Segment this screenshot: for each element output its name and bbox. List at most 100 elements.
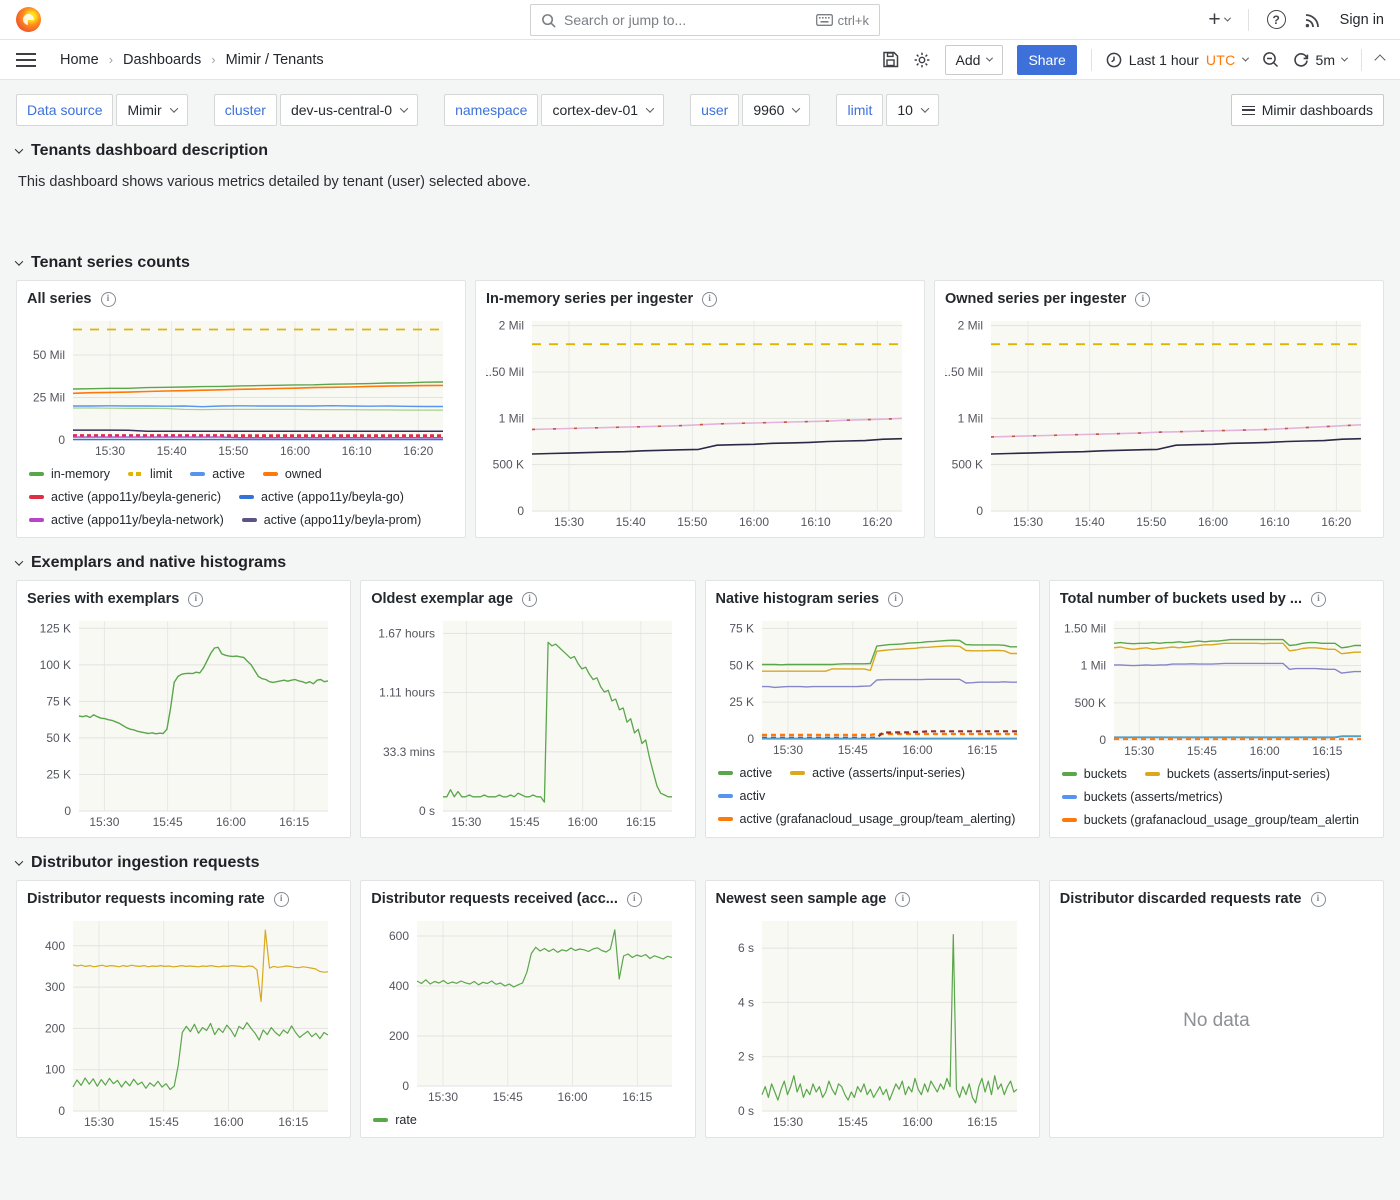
chart-area[interactable]: 15:3015:4516:0016:15025 K50 K75 K xyxy=(716,611,1029,759)
chart-area[interactable]: 15:3015:4516:0016:150500 K1 Mil1.50 Mil xyxy=(1060,611,1373,760)
chart-canvas[interactable]: 15:3015:4516:0016:150100200300400 xyxy=(27,911,340,1131)
legend-item[interactable]: active (appo11y/beyla-prom) xyxy=(242,508,421,531)
info-icon[interactable]: i xyxy=(702,292,717,307)
panel-title[interactable]: Distributor requests received (acc... xyxy=(371,891,618,907)
legend-item[interactable]: active (appo11y/beyla-generic) xyxy=(29,485,221,508)
new-menu-button[interactable]: + xyxy=(1208,8,1229,32)
variable-select[interactable]: 9960 xyxy=(742,94,810,126)
chart-canvas[interactable]: 15:3015:4015:5016:0016:1016:200500 K1 Mi… xyxy=(486,311,914,531)
panel-title[interactable]: In-memory series per ingester xyxy=(486,291,693,307)
info-icon[interactable]: i xyxy=(274,892,289,907)
legend-item[interactable]: limit xyxy=(128,462,172,485)
chart-canvas[interactable]: 15:3015:4015:5016:0016:1016:20025 Mil50 … xyxy=(27,311,455,460)
legend-item[interactable]: active (asserts/input-series) xyxy=(790,761,965,784)
refresh-picker[interactable]: 5m xyxy=(1293,52,1347,68)
chart-area[interactable]: 15:3015:4015:5016:0016:1016:20025 Mil50 … xyxy=(27,311,455,460)
info-icon[interactable]: i xyxy=(101,292,116,307)
info-icon[interactable]: i xyxy=(895,892,910,907)
section-header[interactable]: Tenant series counts xyxy=(16,254,1384,272)
breadcrumb-dashboards[interactable]: Dashboards xyxy=(123,52,201,68)
chart-canvas[interactable]: 15:3015:4516:0016:15025 K50 K75 K100 K12… xyxy=(27,611,340,831)
legend-item[interactable]: buckets (asserts/metrics) xyxy=(1062,785,1223,808)
add-panel-button[interactable]: Add xyxy=(945,45,1004,75)
section-header[interactable]: Exemplars and native histograms xyxy=(16,554,1384,572)
chart-canvas[interactable]: 15:3015:4516:0016:150500 K1 Mil1.50 Mil xyxy=(1060,611,1373,760)
panel-title[interactable]: Owned series per ingester xyxy=(945,291,1126,307)
breadcrumb-current[interactable]: Mimir / Tenants xyxy=(226,52,324,68)
legend-item[interactable]: in-memory xyxy=(29,462,110,485)
chart-canvas[interactable]: 15:3015:4516:0016:150200400600 xyxy=(371,911,684,1106)
legend-item[interactable]: active xyxy=(718,761,773,784)
info-icon[interactable]: i xyxy=(188,592,203,607)
legend-swatch xyxy=(29,495,44,499)
panel-legend: in-memorylimitactiveownedactive (appo11y… xyxy=(27,460,455,531)
dashboard-settings-icon[interactable] xyxy=(913,51,931,69)
time-range-picker[interactable]: Last 1 hour UTC xyxy=(1106,52,1248,68)
chart-area[interactable]: 15:3015:4516:0016:15025 K50 K75 K100 K12… xyxy=(27,611,340,831)
info-icon[interactable]: i xyxy=(1311,592,1326,607)
menu-toggle-icon[interactable] xyxy=(16,53,36,67)
share-button[interactable]: Share xyxy=(1017,45,1076,75)
help-icon[interactable]: ? xyxy=(1267,10,1286,29)
chart-area[interactable]: 15:3015:4516:0016:150 s33.3 mins1.11 hou… xyxy=(371,611,684,831)
legend-item[interactable]: buckets (grafanacloud_usage_group/team_a… xyxy=(1062,808,1359,831)
svg-text:0: 0 xyxy=(403,1079,410,1093)
variable-select[interactable]: cortex-dev-01 xyxy=(541,94,664,126)
panel-title[interactable]: Series with exemplars xyxy=(27,591,179,607)
legend-item[interactable]: activ xyxy=(718,784,766,807)
svg-text:16:00: 16:00 xyxy=(902,1115,932,1129)
legend-item[interactable]: active (grafanacloud_usage_group/team_ap… xyxy=(718,830,1018,831)
panel-title[interactable]: Distributor discarded requests rate xyxy=(1060,891,1302,907)
chart-area[interactable]: 15:3015:4516:0016:150200400600 xyxy=(371,911,684,1106)
variable-select[interactable]: dev-us-central-0 xyxy=(280,94,418,126)
breadcrumb-home[interactable]: Home xyxy=(60,52,99,68)
chart-area[interactable]: 15:3015:4516:0016:150 s2 s4 s6 s xyxy=(716,911,1029,1131)
variable-select[interactable]: Mimir xyxy=(116,94,187,126)
panel-title[interactable]: Newest seen sample age xyxy=(716,891,887,907)
legend-item[interactable]: buckets (asserts/input-series) xyxy=(1145,762,1330,785)
panel-title[interactable]: All series xyxy=(27,291,92,307)
legend-item[interactable]: buckets xyxy=(1062,762,1127,785)
mimir-dashboards-button[interactable]: Mimir dashboards xyxy=(1231,94,1384,126)
info-icon[interactable]: i xyxy=(627,892,642,907)
chart-canvas[interactable]: 15:3015:4516:0016:150 s33.3 mins1.11 hou… xyxy=(371,611,684,831)
chart-area[interactable]: 15:3015:4015:5016:0016:1016:200500 K1 Mi… xyxy=(945,311,1373,531)
chart-area[interactable]: 15:3015:4516:0016:150100200300400 xyxy=(27,911,340,1131)
search-input[interactable]: Search or jump to... ctrl+k xyxy=(530,4,880,36)
panel-title[interactable]: Native histogram series xyxy=(716,591,880,607)
legend-item[interactable]: active (appo11y/beyla-go) xyxy=(239,485,404,508)
svg-text:15:45: 15:45 xyxy=(1187,744,1217,758)
sign-in-button[interactable]: Sign in xyxy=(1340,12,1384,28)
chart-canvas[interactable]: 15:3015:4516:0016:15025 K50 K75 K xyxy=(716,611,1029,759)
info-icon[interactable]: i xyxy=(522,592,537,607)
info-icon[interactable]: i xyxy=(888,592,903,607)
variable-select[interactable]: 10 xyxy=(886,94,939,126)
news-icon[interactable] xyxy=(1304,11,1322,29)
info-icon[interactable]: i xyxy=(1311,892,1326,907)
svg-text:16:20: 16:20 xyxy=(862,515,892,529)
legend-item[interactable]: active xyxy=(190,462,245,485)
panel: Total number of buckets used by ... i 15:3… xyxy=(1049,580,1384,838)
panel-title[interactable]: Distributor requests incoming rate xyxy=(27,891,265,907)
chart-canvas[interactable]: 15:3015:4516:0016:150 s2 s4 s6 s xyxy=(716,911,1029,1131)
legend-swatch xyxy=(1062,795,1077,799)
legend-item[interactable]: active (appo11y/beyla-network) xyxy=(29,508,224,531)
legend-item[interactable]: owned xyxy=(263,462,322,485)
grafana-logo-icon[interactable] xyxy=(16,7,41,32)
panel-title[interactable]: Oldest exemplar age xyxy=(371,591,513,607)
info-icon[interactable]: i xyxy=(1135,292,1150,307)
clock-icon xyxy=(1106,52,1122,68)
legend-item[interactable]: rate xyxy=(373,1108,417,1131)
zoom-out-icon[interactable] xyxy=(1262,51,1279,68)
save-dashboard-icon[interactable] xyxy=(882,51,899,68)
kiosk-collapse-icon[interactable] xyxy=(1374,54,1385,65)
section-dashboard-description[interactable]: Tenants dashboard description xyxy=(16,142,1384,160)
chart-area[interactable]: 15:3015:4015:5016:0016:1016:200500 K1 Mi… xyxy=(486,311,914,531)
panel-title[interactable]: Total number of buckets used by ... xyxy=(1060,591,1302,607)
svg-text:15:45: 15:45 xyxy=(149,1115,179,1129)
section-header[interactable]: Distributor ingestion requests xyxy=(16,854,1384,872)
legend-swatch xyxy=(190,472,205,476)
svg-text:15:30: 15:30 xyxy=(452,815,482,829)
chart-canvas[interactable]: 15:3015:4015:5016:0016:1016:200500 K1 Mi… xyxy=(945,311,1373,531)
legend-item[interactable]: active (grafanacloud_usage_group/team_al… xyxy=(718,807,1016,830)
